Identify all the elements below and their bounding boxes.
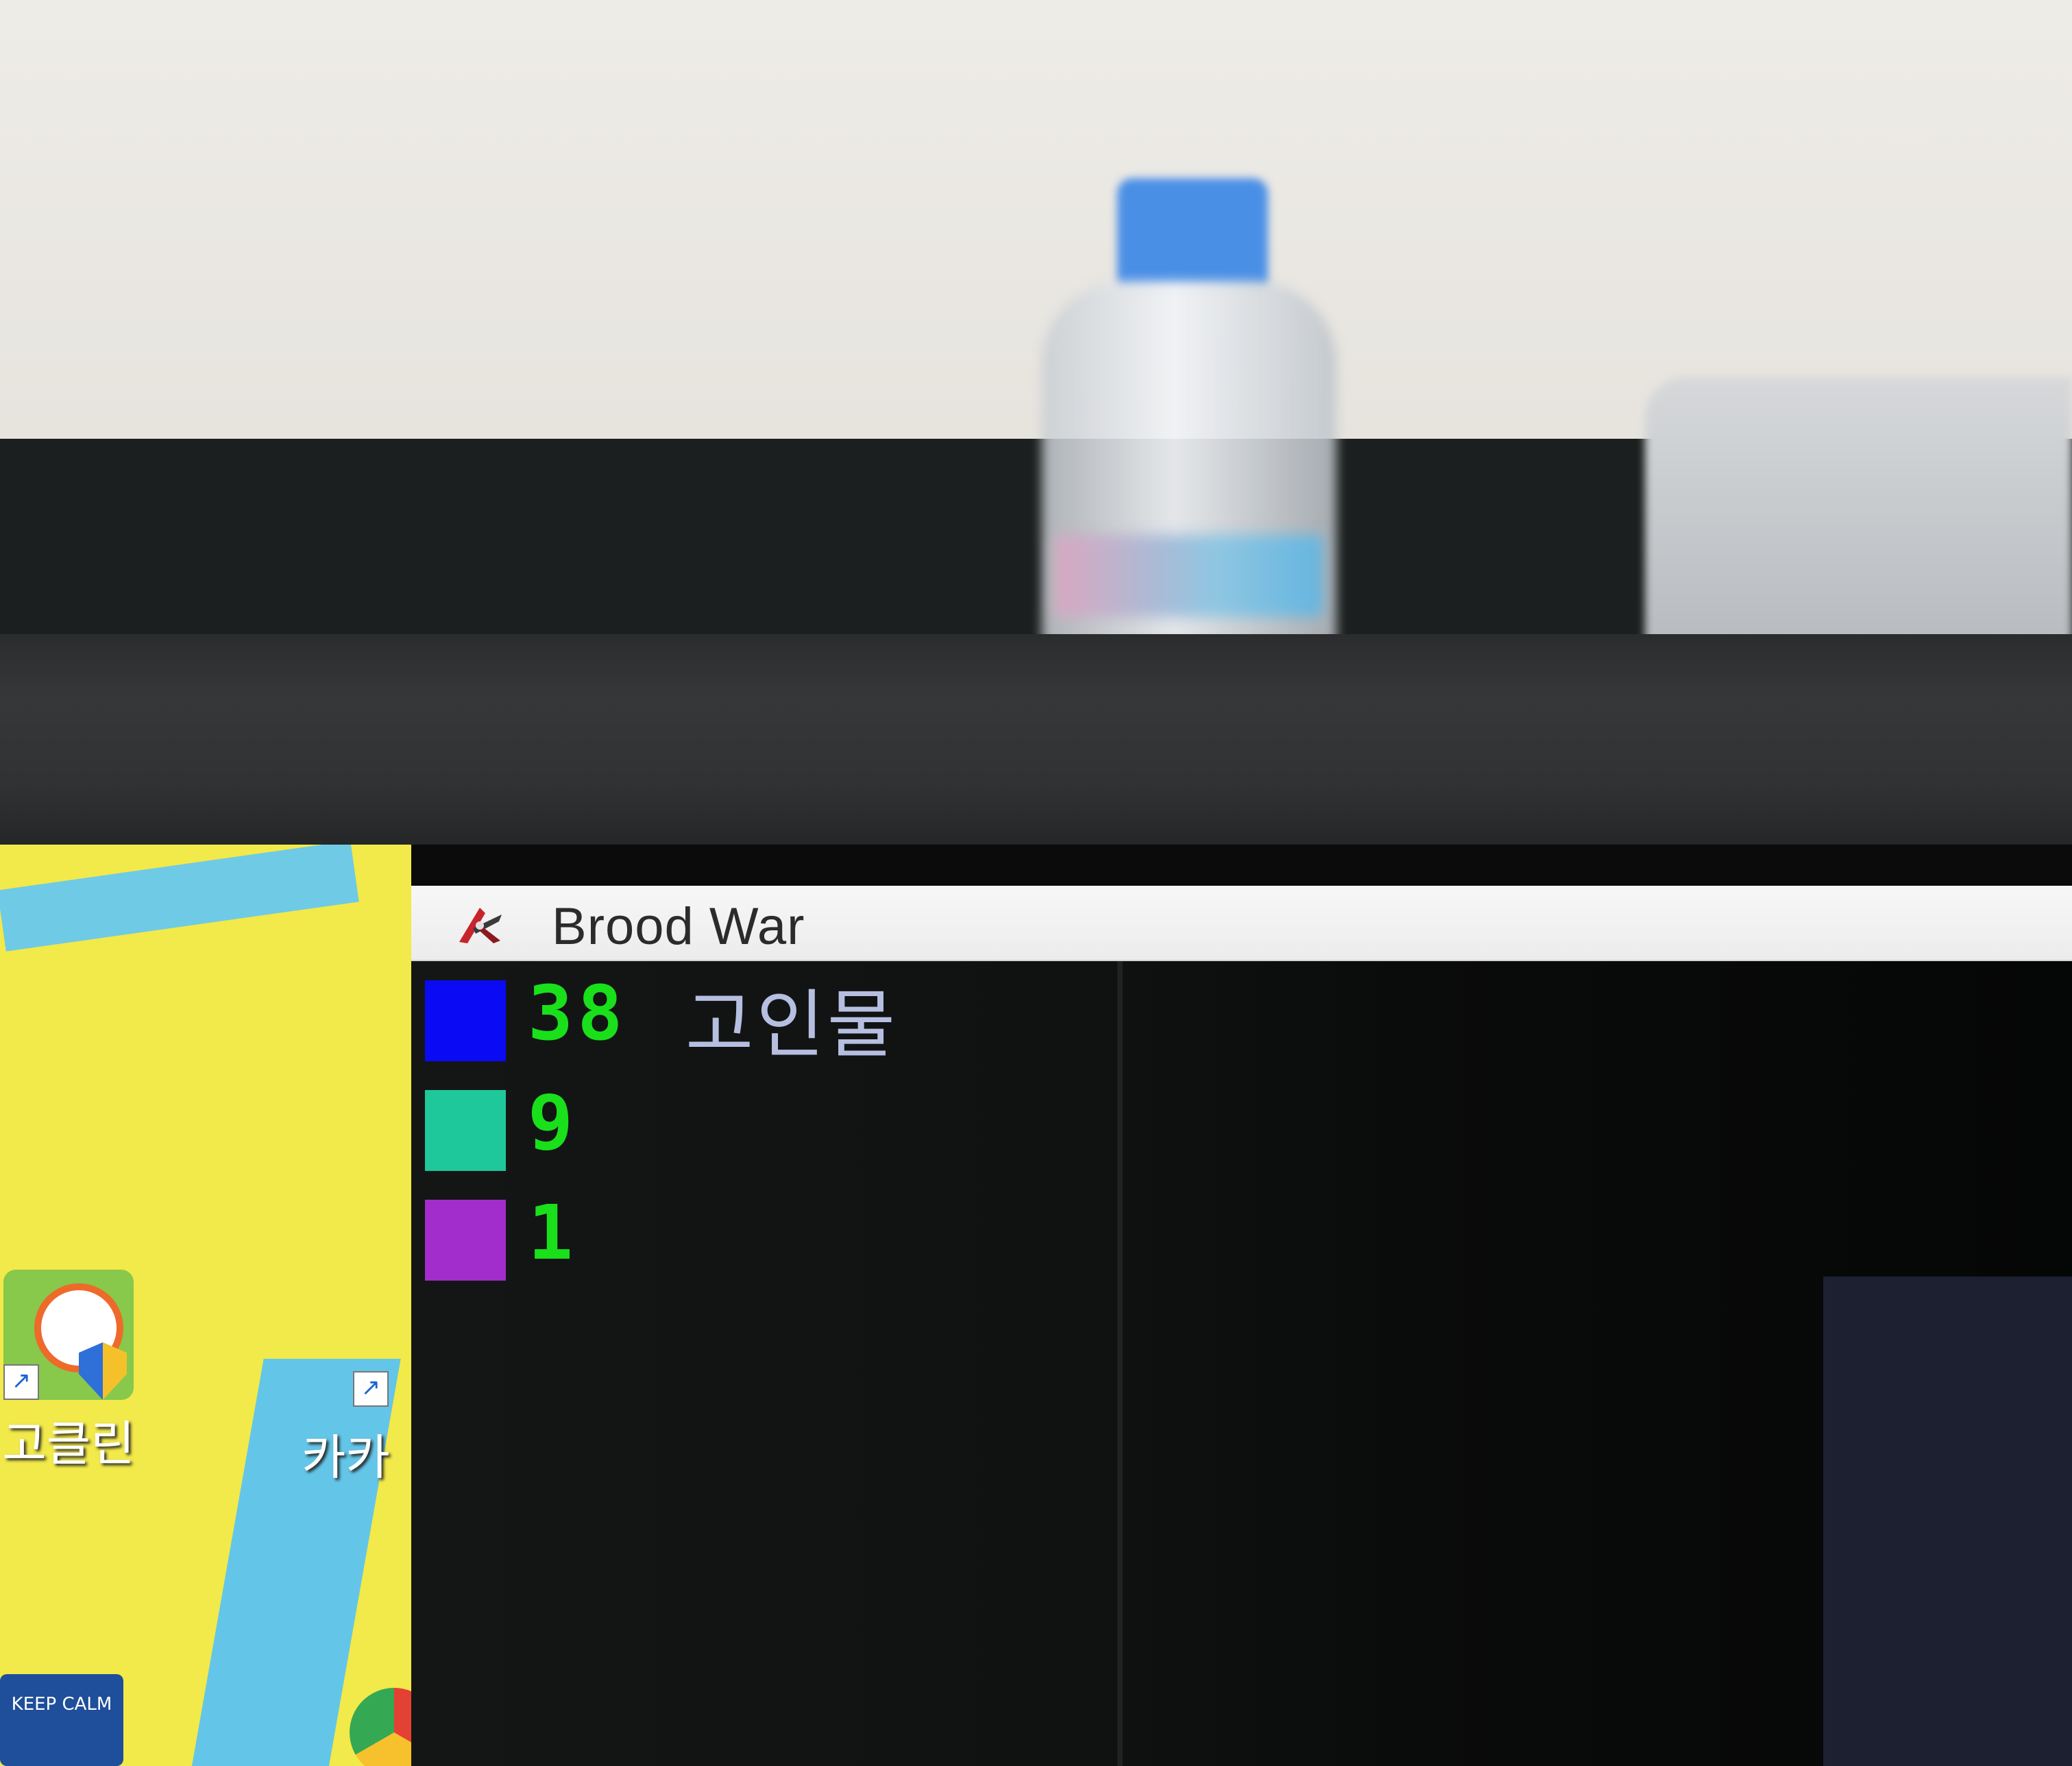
- game-panel-edge: [1117, 961, 1123, 1766]
- player-name: 고인물: [685, 982, 899, 1068]
- water-bottle: [1028, 178, 1350, 644]
- brood-war-window[interactable]: Brood War 38 고인물 9 1: [411, 886, 2072, 1766]
- shortcut-arrow-icon: ↗: [353, 1371, 389, 1407]
- shortcut-arrow-icon: ↗: [3, 1364, 39, 1400]
- game-viewport[interactable]: 38 고인물 9 1: [411, 961, 2072, 1766]
- player-score: 1: [528, 1189, 578, 1277]
- player-score-row: 9: [425, 1079, 1042, 1189]
- window-titlebar[interactable]: Brood War: [411, 886, 2072, 961]
- starcraft-broodwar-icon: [459, 908, 502, 943]
- game-panel: [1823, 1277, 2072, 1766]
- desktop-wallpaper: ↗ 고클린 ↗ 카카 KEEP CALM: [0, 845, 411, 1766]
- keep-calm-icon[interactable]: KEEP CALM: [0, 1674, 123, 1766]
- bottle-label: [1056, 535, 1323, 617]
- player-score: 38: [528, 969, 627, 1057]
- bottle-cap: [1117, 178, 1268, 288]
- player-color-swatch: [425, 980, 506, 1061]
- goclean-icon: ↗: [3, 1270, 134, 1400]
- background-object: [1645, 377, 2072, 644]
- window-title: Brood War: [552, 897, 805, 956]
- player-color-swatch: [425, 1200, 506, 1281]
- player-score-list: 38 고인물 9 1: [425, 969, 1042, 1298]
- kakao-icon: ↗: [302, 1283, 389, 1414]
- player-score: 9: [528, 1079, 578, 1167]
- monitor-screen: ↗ 고클린 ↗ 카카 KEEP CALM Brood War 38 고인물 9 …: [0, 845, 2072, 1766]
- monitor-bezel: [0, 634, 2072, 847]
- desktop-icon-goclean[interactable]: ↗ 고클린: [0, 1270, 144, 1475]
- wallpaper-stripe: [0, 845, 359, 952]
- player-score-row: 1: [425, 1189, 1042, 1298]
- player-color-swatch: [425, 1090, 506, 1171]
- desktop-icon-label: 고클린: [2, 1416, 135, 1472]
- uac-shield-icon: [79, 1342, 127, 1400]
- player-score-row: 38 고인물: [425, 969, 1042, 1079]
